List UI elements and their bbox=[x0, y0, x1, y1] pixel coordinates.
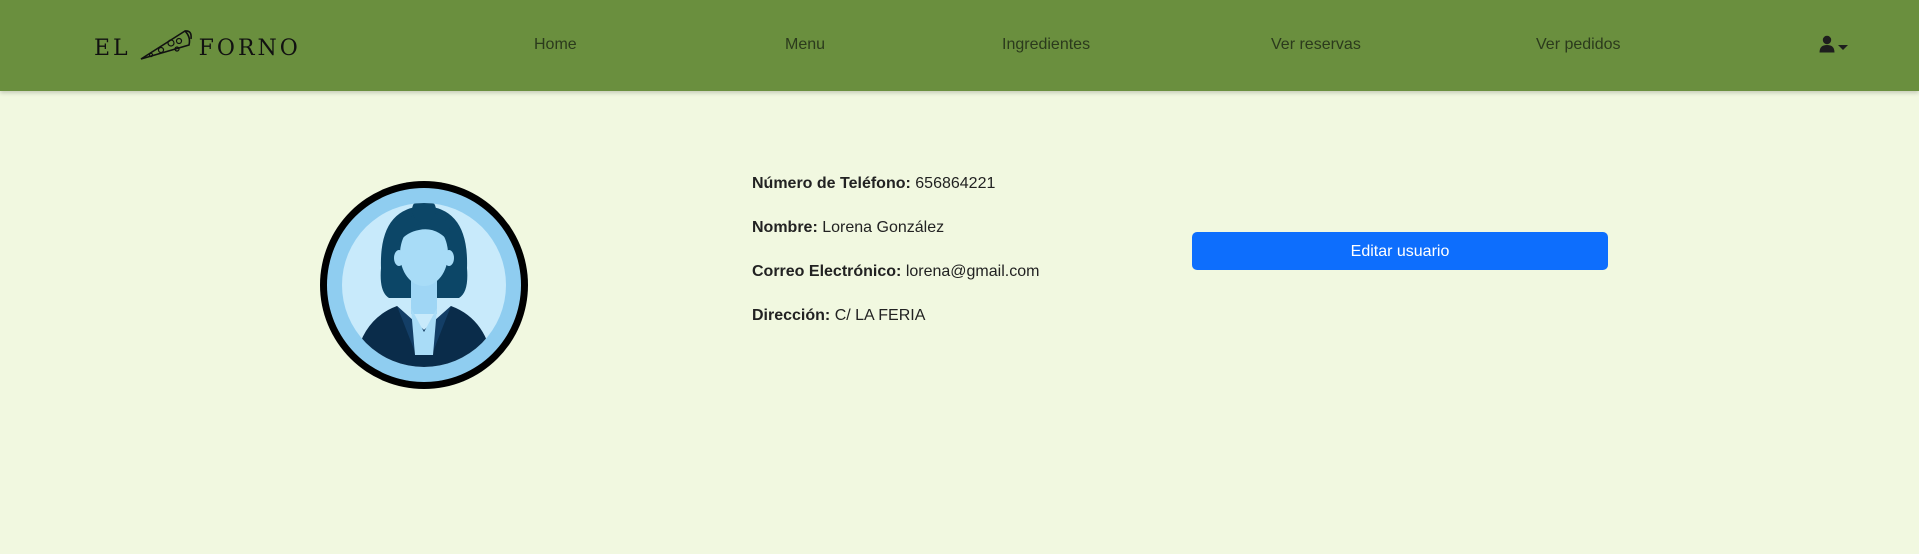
phone-label: Número de Teléfono: bbox=[752, 175, 911, 192]
nav-menu-link[interactable]: Menu bbox=[785, 36, 825, 54]
address-value: C/ LA FERIA bbox=[834, 307, 926, 324]
chevron-down-icon bbox=[1838, 38, 1848, 56]
phone-value: 656864221 bbox=[915, 175, 996, 192]
name-label: Nombre: bbox=[752, 219, 818, 236]
brand-text-left: EL bbox=[94, 35, 131, 61]
nav-ver-pedidos-link[interactable]: Ver pedidos bbox=[1536, 36, 1621, 54]
address-label: Dirección: bbox=[752, 307, 831, 324]
edit-user-button[interactable]: Editar usuario bbox=[1192, 232, 1608, 270]
profile-avatar bbox=[319, 180, 529, 390]
phone-row: Número de Teléfono: 656864221 bbox=[752, 175, 995, 193]
address-row: Dirección: C/ LA FERIA bbox=[752, 307, 925, 325]
user-icon bbox=[1819, 35, 1835, 58]
pizza-slice-icon bbox=[137, 25, 193, 71]
user-menu-dropdown[interactable] bbox=[1819, 35, 1848, 58]
brand-text-right: FORNO bbox=[198, 35, 301, 61]
name-row: Nombre: Lorena González bbox=[752, 219, 944, 237]
nav-home-link[interactable]: Home bbox=[534, 36, 577, 54]
email-row: Correo Electrónico: lorena@gmail.com bbox=[752, 263, 1039, 281]
email-label: Correo Electrónico: bbox=[752, 263, 902, 280]
brand-logo[interactable]: EL FORNO bbox=[94, 26, 301, 70]
navbar: EL FORNO Home Menu Ingredientes Ver rese… bbox=[0, 0, 1919, 91]
nav-ingredientes-link[interactable]: Ingredientes bbox=[1002, 36, 1090, 54]
nav-ver-reservas-link[interactable]: Ver reservas bbox=[1271, 36, 1361, 54]
email-value: lorena@gmail.com bbox=[905, 263, 1040, 280]
name-value: Lorena González bbox=[822, 219, 945, 236]
